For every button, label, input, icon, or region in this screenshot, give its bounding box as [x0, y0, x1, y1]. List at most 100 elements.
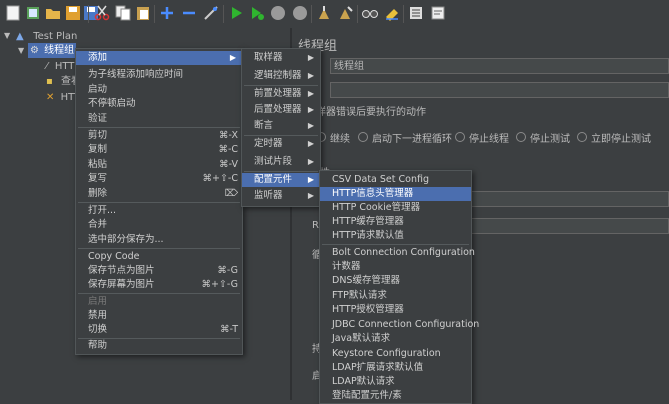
- menu-item-listener[interactable]: 监听器 ▶: [242, 189, 320, 203]
- collapse-icon[interactable]: [180, 4, 198, 22]
- radio-stop-now-label: 立即停止测试: [591, 134, 651, 145]
- menu-item-enable: 启用: [88, 296, 108, 307]
- menu-item-counter[interactable]: 计数器: [320, 260, 471, 274]
- chevron-right-icon: ▶: [307, 139, 314, 148]
- reset-search-icon[interactable]: [383, 4, 401, 22]
- menu-item-save-screen-image[interactable]: 保存屏幕为图片 ⌘+⇧-G: [76, 278, 242, 292]
- menu-item-csv-data-set[interactable]: CSV Data Set Config: [320, 173, 471, 187]
- menu-item-sampler[interactable]: 取样器 ▶: [242, 51, 320, 65]
- menu-item-http-cookie-manager[interactable]: HTTP Cookie管理器: [320, 201, 471, 215]
- menu-item-post-processor[interactable]: 后置处理器 ▶: [242, 103, 320, 117]
- flask-icon: ▲: [16, 31, 24, 42]
- tree-node-test-plan[interactable]: ▲ Test Plan: [16, 29, 216, 44]
- radio-stop-thread-label: 停止线程: [469, 134, 509, 145]
- toolbar: [0, 0, 669, 29]
- search-icon[interactable]: [361, 4, 379, 22]
- ramp-up-label: R: [312, 220, 319, 231]
- menu-item-help[interactable]: 帮助: [76, 339, 242, 353]
- menu-item-assertion[interactable]: 断言 ▶: [242, 119, 320, 133]
- new-icon[interactable]: [4, 4, 22, 22]
- shutdown-icon[interactable]: [291, 4, 309, 22]
- function-helper-icon[interactable]: [407, 4, 425, 22]
- help-icon[interactable]: [429, 4, 447, 22]
- error-action-label: 样器错误后要执行的动作: [316, 107, 426, 118]
- chevron-right-icon: ▶: [307, 157, 314, 166]
- tools-icon: ✕: [46, 92, 55, 103]
- menu-item-start-no-pause[interactable]: 不停顿启动: [76, 97, 242, 111]
- expand-arrow-icon[interactable]: ▼: [18, 46, 24, 55]
- menu-item-http-cache-manager[interactable]: HTTP缓存管理器: [320, 215, 471, 229]
- copy-icon[interactable]: [114, 4, 132, 22]
- menu-item-paste[interactable]: 粘贴 ⌘-V: [76, 158, 242, 172]
- menu-item-validate[interactable]: 验证: [76, 112, 242, 126]
- chevron-right-icon: ▶: [307, 53, 314, 62]
- menu-item-ldap-defaults[interactable]: LDAP默认请求: [320, 375, 471, 389]
- cut-icon[interactable]: [93, 4, 111, 22]
- menu-item-add[interactable]: 添加 ▶: [76, 51, 242, 65]
- context-menu: 添加 ▶ 为子线程添加响应时间 启动 不停顿启动 验证 剪切 ⌘-X 复制 ⌘-C 粘…: [75, 48, 243, 355]
- menu-item-toggle[interactable]: 切换 ⌘-T: [76, 323, 242, 337]
- menu-item-dns-cache-manager[interactable]: DNS缓存管理器: [320, 274, 471, 288]
- menu-item-login-config[interactable]: 登陆配置元件/素: [320, 389, 471, 403]
- chevron-right-icon: ▶: [307, 105, 314, 114]
- radio-next-loop[interactable]: [358, 132, 368, 142]
- menu-item-keystore-config[interactable]: Keystore Configuration: [320, 347, 471, 361]
- radio-next-loop-label: 启动下一进程循环: [372, 134, 452, 145]
- chevron-right-icon: ▶: [307, 191, 314, 200]
- menu-item-http-header-manager[interactable]: HTTP信息头管理器: [320, 187, 471, 201]
- menu-item-pre-processor[interactable]: 前置处理器 ▶: [242, 87, 320, 101]
- radio-continue-label: 继续: [330, 134, 350, 145]
- menu-item-duplicate[interactable]: 复写 ⌘+⇧-C: [76, 172, 242, 186]
- chevron-right-icon: ▶: [307, 89, 314, 98]
- save-icon[interactable]: [64, 4, 82, 22]
- gear-icon: ⚙: [30, 45, 39, 56]
- templates-icon[interactable]: [24, 4, 42, 22]
- clear-icon[interactable]: [315, 4, 333, 22]
- menu-item-logic-controller[interactable]: 逻辑控制器 ▶: [242, 69, 320, 83]
- thread-count-field[interactable]: [442, 191, 669, 207]
- radio-stop-test[interactable]: [516, 132, 526, 142]
- menu-item-ldap-ext-defaults[interactable]: LDAP扩展请求默认值: [320, 361, 471, 375]
- comments-field[interactable]: [330, 82, 669, 98]
- stop-icon[interactable]: [269, 4, 287, 22]
- toggle-icon[interactable]: [202, 4, 220, 22]
- name-field[interactable]: 线程组: [330, 58, 669, 74]
- menu-item-open[interactable]: 打开...: [76, 204, 242, 218]
- menu-item-save-selection[interactable]: 选中部分保存为...: [76, 233, 242, 247]
- chevron-right-icon: ▶: [307, 175, 314, 184]
- paste-icon[interactable]: [134, 4, 152, 22]
- menu-item-http-request-defaults[interactable]: HTTP请求默认值: [320, 229, 471, 243]
- radio-stop-thread[interactable]: [455, 132, 465, 142]
- menu-item-save-node-image[interactable]: 保存节点为图片 ⌘-G: [76, 264, 242, 278]
- menu-item-bolt-connection[interactable]: Bolt Connection Configuration: [320, 246, 475, 260]
- menu-item-timer[interactable]: 定时器 ▶: [242, 137, 320, 151]
- clear-all-icon[interactable]: [337, 4, 355, 22]
- expand-icon[interactable]: [158, 4, 176, 22]
- chevron-right-icon: ▶: [229, 53, 236, 62]
- menu-item-delete[interactable]: 删除 ⌦: [76, 187, 242, 201]
- menu-item-ftp-request-defaults[interactable]: FTP默认请求: [320, 289, 471, 303]
- menu-item-test-fragment[interactable]: 测试片段 ▶: [242, 155, 320, 169]
- menu-item-disable[interactable]: 禁用: [76, 309, 242, 323]
- ramp-up-field[interactable]: [442, 218, 669, 234]
- menu-item-copy-code[interactable]: Copy Code: [76, 250, 242, 264]
- menu-item-start[interactable]: 启动: [76, 83, 242, 97]
- radio-stop-now[interactable]: [577, 132, 587, 142]
- menu-item-add-think-time[interactable]: 为子线程添加响应时间: [76, 68, 242, 82]
- menu-item-http-auth-manager[interactable]: HTTP授权管理器: [320, 303, 471, 317]
- expand-arrow-icon[interactable]: ▼: [4, 31, 10, 40]
- radio-stop-test-label: 停止测试: [530, 134, 570, 145]
- menu-item-java-request-defaults[interactable]: Java默认请求: [320, 332, 471, 346]
- open-icon[interactable]: [44, 4, 62, 22]
- start-no-pause-icon[interactable]: [248, 4, 266, 22]
- menu-item-copy[interactable]: 复制 ⌘-C: [76, 143, 242, 157]
- tree-node-thread-group[interactable]: ⚙ 线程组: [28, 43, 76, 58]
- menu-item-config-element[interactable]: 配置元件 ▶: [242, 173, 320, 187]
- menu-item-merge[interactable]: 合并: [76, 218, 242, 232]
- menu-item-jdbc-connection[interactable]: JDBC Connection Configuration: [320, 318, 479, 332]
- chevron-right-icon: ▶: [307, 121, 314, 130]
- chart-icon: ▪: [46, 76, 53, 87]
- chevron-right-icon: ▶: [307, 71, 314, 80]
- start-icon[interactable]: [227, 4, 245, 22]
- menu-item-cut[interactable]: 剪切 ⌘-X: [76, 129, 242, 143]
